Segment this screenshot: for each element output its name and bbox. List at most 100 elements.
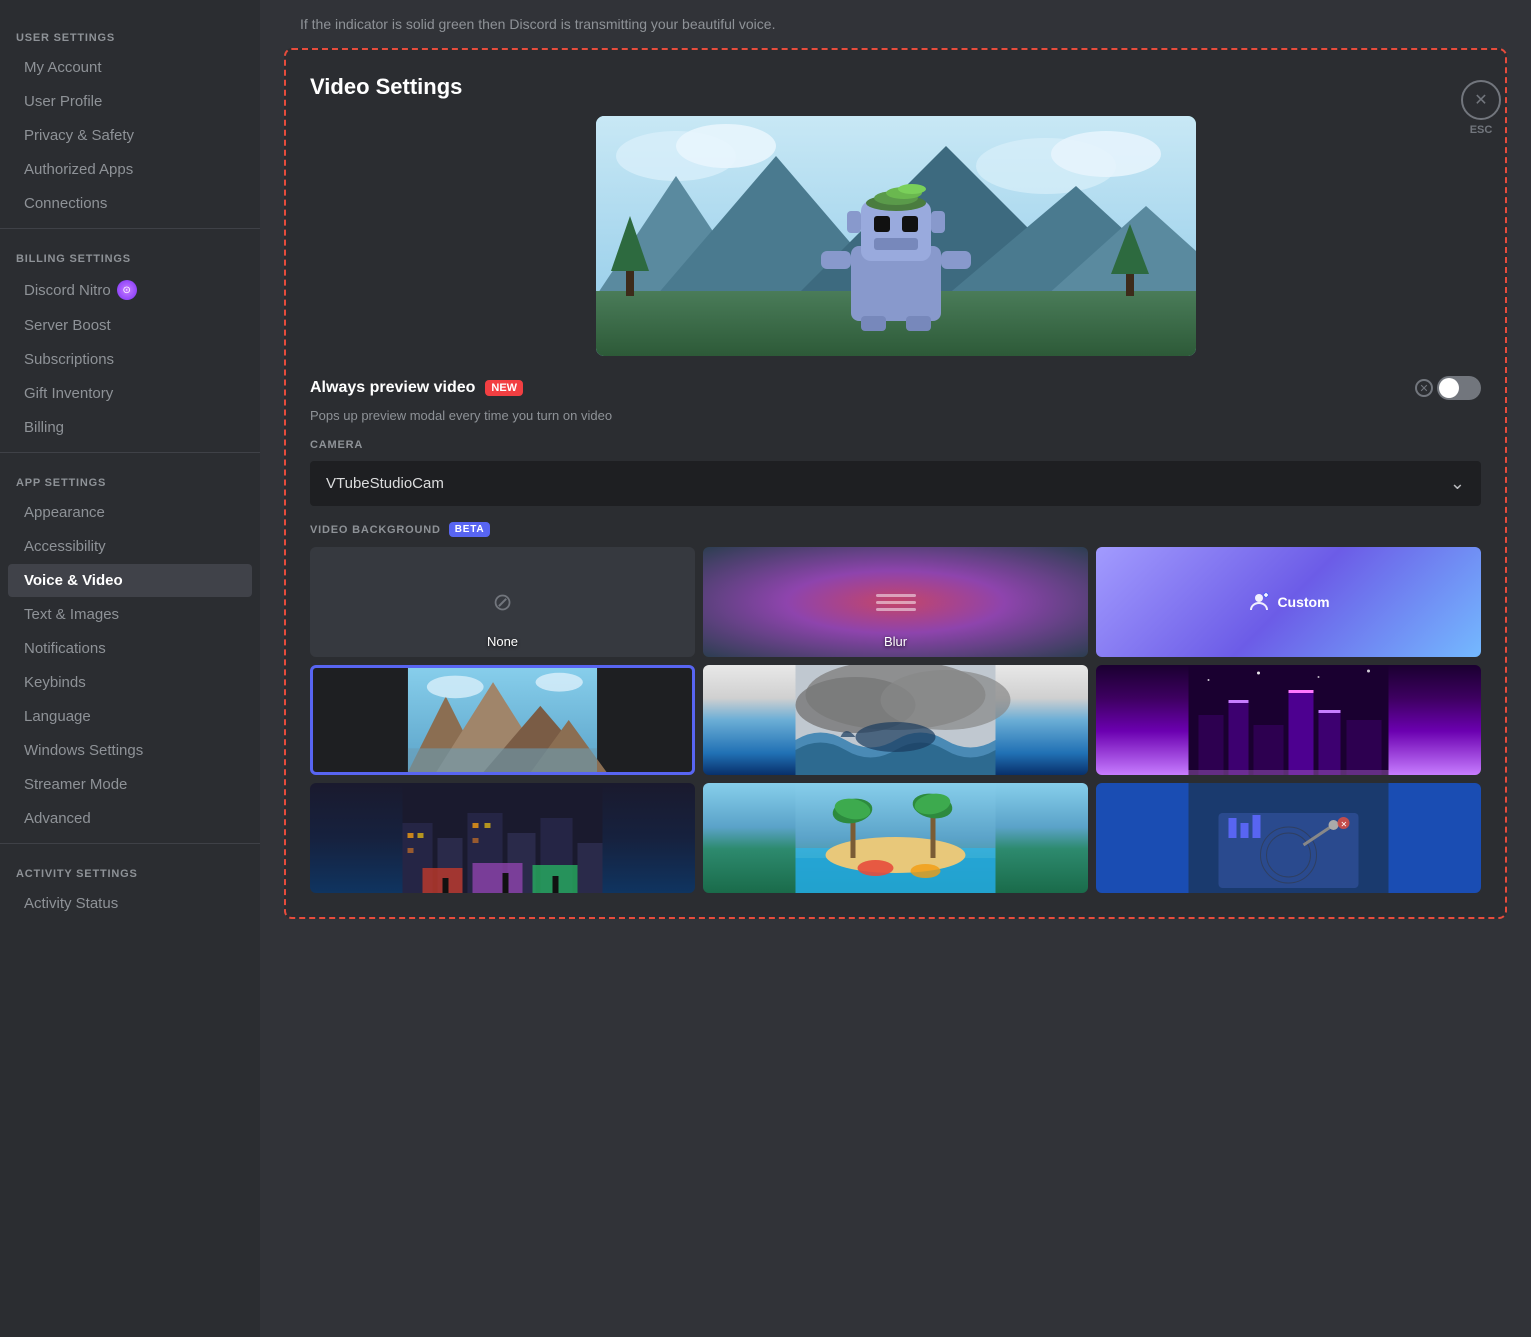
streamer-mode-label: Streamer Mode — [24, 776, 127, 793]
user-profile-label: User Profile — [24, 93, 102, 110]
toggle-x-icon[interactable]: ✕ — [1415, 379, 1433, 397]
esc-label: ESC — [1470, 124, 1493, 136]
user-settings-section: USER SETTINGS — [0, 16, 260, 50]
sidebar-item-privacy-safety[interactable]: Privacy & Safety — [8, 119, 252, 152]
keybinds-label: Keybinds — [24, 674, 86, 691]
sidebar-item-billing[interactable]: Billing — [8, 411, 252, 444]
sidebar-item-keybinds[interactable]: Keybinds — [8, 666, 252, 699]
sidebar-item-connections[interactable]: Connections — [8, 187, 252, 220]
sidebar-item-authorized-apps[interactable]: Authorized Apps — [8, 153, 252, 186]
market-svg — [310, 783, 695, 893]
activity-status-label: Activity Status — [24, 895, 118, 912]
new-badge: NEW — [485, 380, 523, 396]
blur-line-2 — [876, 601, 916, 604]
main-content: If the indicator is solid green then Dis… — [260, 0, 1531, 1337]
windows-settings-label: Windows Settings — [24, 742, 143, 759]
video-preview-svg — [596, 116, 1196, 356]
always-preview-toggle[interactable] — [1437, 376, 1481, 400]
landscape1-svg — [313, 668, 692, 772]
chevron-down-icon: ⌄ — [1450, 473, 1465, 494]
always-preview-left: Always preview video NEW — [310, 379, 523, 397]
camera-section-header: CAMERA — [310, 439, 1481, 451]
sidebar-item-accessibility[interactable]: Accessibility — [8, 530, 252, 563]
none-icon: ⊘ — [492, 588, 512, 617]
voice-video-label: Voice & Video — [24, 572, 123, 589]
sidebar-item-windows-settings[interactable]: Windows Settings — [8, 734, 252, 767]
bg-none-item[interactable]: ⊘ None — [310, 547, 695, 657]
video-settings-panel: Video Settings — [284, 48, 1507, 919]
beta-badge: BETA — [449, 522, 491, 537]
blur-line-1 — [876, 594, 916, 597]
tropical-svg — [703, 783, 1088, 893]
my-account-label: My Account — [24, 59, 102, 76]
sidebar-item-activity-status[interactable]: Activity Status — [8, 887, 252, 920]
bg-ocean-item[interactable] — [703, 665, 1088, 775]
billing-settings-section: BILLING SETTINGS — [0, 237, 260, 271]
sidebar-item-gift-inventory[interactable]: Gift Inventory — [8, 377, 252, 410]
sidebar-item-text-images[interactable]: Text & Images — [8, 598, 252, 631]
camera-label: CAMERA — [310, 439, 363, 451]
app-settings-section: APP SETTINGS — [0, 461, 260, 495]
language-label: Language — [24, 708, 91, 725]
video-background-section-header: VIDEO BACKGROUND BETA — [310, 522, 1481, 537]
sidebar-item-advanced[interactable]: Advanced — [8, 802, 252, 835]
advanced-label: Advanced — [24, 810, 91, 827]
authorized-apps-label: Authorized Apps — [24, 161, 133, 178]
bg-tropical-item[interactable] — [703, 783, 1088, 893]
sidebar: USER SETTINGS My Account User Profile Pr… — [0, 0, 260, 1337]
sidebar-item-discord-nitro[interactable]: Discord Nitro ⊙ — [8, 272, 252, 308]
add-user-icon — [1247, 590, 1271, 614]
billing-label: Billing — [24, 419, 64, 436]
sidebar-item-notifications[interactable]: Notifications — [8, 632, 252, 665]
video-preview — [596, 116, 1196, 356]
server-boost-label: Server Boost — [24, 317, 111, 334]
nitro-icon: ⊙ — [117, 280, 137, 300]
bg-landscape1-item[interactable] — [310, 665, 695, 775]
sidebar-item-voice-video[interactable]: Voice & Video — [8, 564, 252, 597]
divider-1 — [0, 228, 260, 229]
always-preview-label: Always preview video — [310, 379, 475, 397]
close-icon[interactable]: ✕ — [1461, 80, 1501, 120]
discord-nitro-label: Discord Nitro — [24, 282, 111, 299]
privacy-safety-label: Privacy & Safety — [24, 127, 134, 144]
gift-inventory-label: Gift Inventory — [24, 385, 113, 402]
sidebar-item-appearance[interactable]: Appearance — [8, 496, 252, 529]
bg-neon-city-item[interactable] — [1096, 665, 1481, 775]
top-hint-text: If the indicator is solid green then Dis… — [260, 0, 1531, 40]
sidebar-item-language[interactable]: Language — [8, 700, 252, 733]
neon-city-svg — [1096, 665, 1481, 775]
blur-icon — [876, 594, 916, 611]
text-images-label: Text & Images — [24, 606, 119, 623]
bg-music-item[interactable]: ✕ — [1096, 783, 1481, 893]
divider-2 — [0, 452, 260, 453]
divider-3 — [0, 843, 260, 844]
video-background-label: VIDEO BACKGROUND — [310, 524, 441, 536]
always-preview-row: Always preview video NEW ✕ — [310, 376, 1481, 400]
esc-button[interactable]: ✕ ESC — [1461, 80, 1501, 136]
toggle-knob — [1439, 378, 1459, 398]
blur-line-3 — [876, 608, 916, 611]
notifications-label: Notifications — [24, 640, 106, 657]
panel-title: Video Settings — [310, 74, 1481, 100]
connections-label: Connections — [24, 195, 107, 212]
camera-dropdown[interactable]: VTubeStudioCam ⌄ — [310, 461, 1481, 506]
background-grid: ⊘ None Blur — [310, 547, 1481, 893]
subscriptions-label: Subscriptions — [24, 351, 114, 368]
sidebar-item-streamer-mode[interactable]: Streamer Mode — [8, 768, 252, 801]
bg-blur-label: Blur — [884, 634, 907, 649]
bg-market-item[interactable] — [310, 783, 695, 893]
sidebar-item-subscriptions[interactable]: Subscriptions — [8, 343, 252, 376]
preview-description: Pops up preview modal every time you tur… — [310, 408, 1481, 423]
activity-settings-section: ACTIVITY SETTINGS — [0, 852, 260, 886]
appearance-label: Appearance — [24, 504, 105, 521]
custom-text: Custom — [1277, 594, 1329, 610]
sidebar-item-user-profile[interactable]: User Profile — [8, 85, 252, 118]
ocean-svg — [703, 665, 1088, 775]
bg-none-label: None — [487, 634, 518, 649]
sidebar-item-my-account[interactable]: My Account — [8, 51, 252, 84]
sidebar-item-server-boost[interactable]: Server Boost — [8, 309, 252, 342]
bg-blur-item[interactable]: Blur — [703, 547, 1088, 657]
toggle-container[interactable]: ✕ — [1415, 376, 1481, 400]
camera-value: VTubeStudioCam — [326, 475, 444, 492]
bg-custom-item[interactable]: Custom — [1096, 547, 1481, 657]
